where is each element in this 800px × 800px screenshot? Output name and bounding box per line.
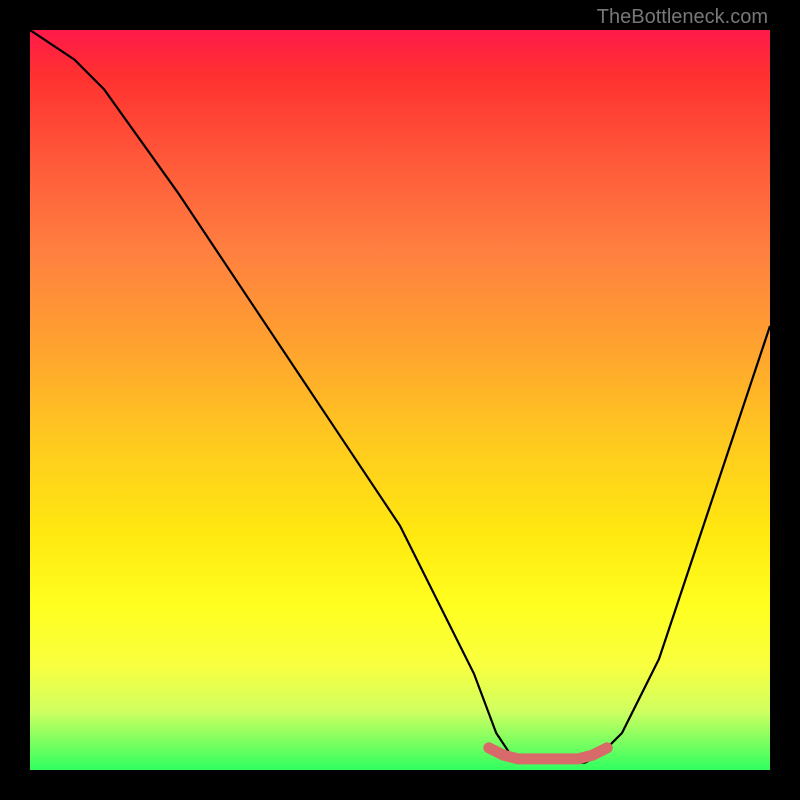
bottleneck-curve-path <box>30 30 770 763</box>
chart-container: TheBottleneck.com <box>0 0 800 800</box>
plot-area <box>30 30 770 770</box>
attribution-text: TheBottleneck.com <box>597 6 768 29</box>
curve-svg <box>30 30 770 770</box>
